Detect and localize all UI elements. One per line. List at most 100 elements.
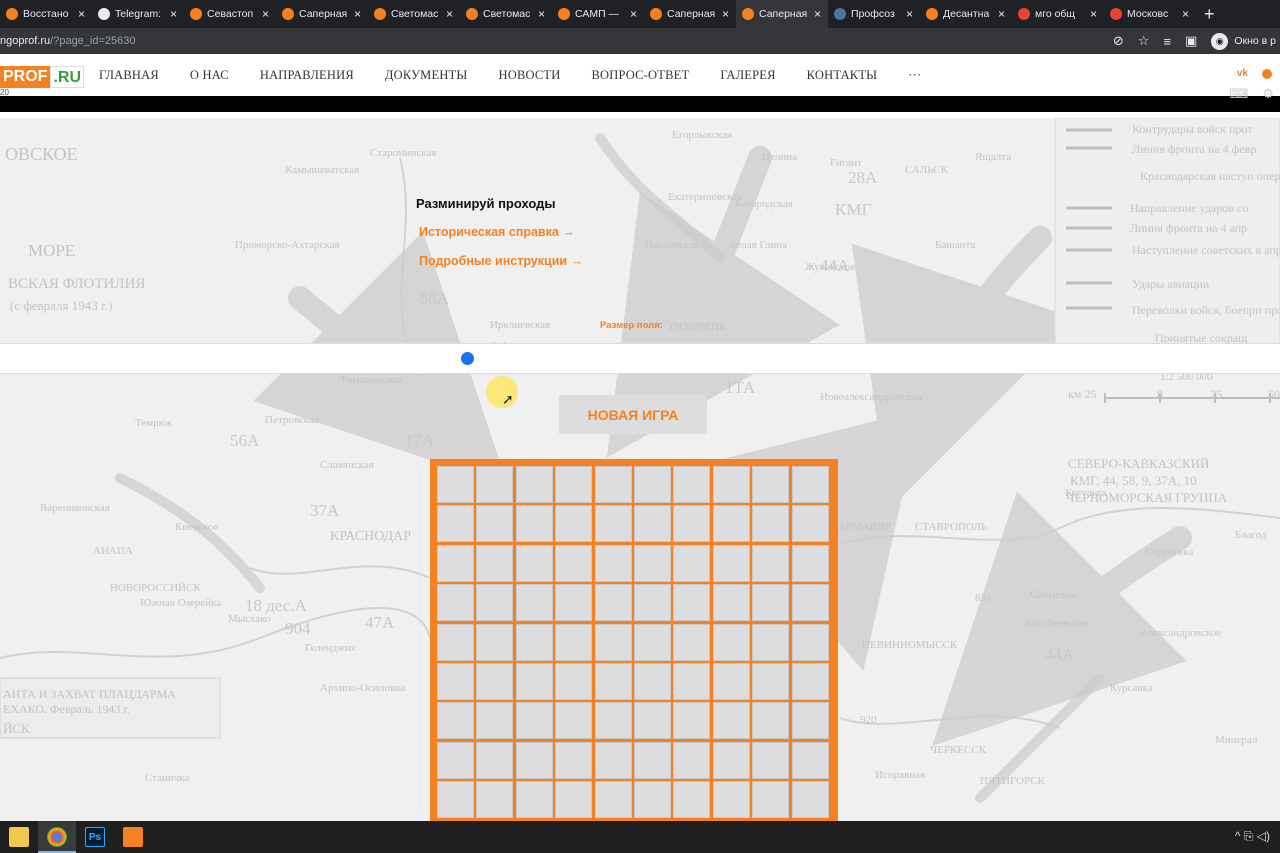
tab-close-icon[interactable]: ×	[78, 7, 85, 21]
tab-close-icon[interactable]: ×	[354, 7, 361, 21]
minefield-cell[interactable]	[791, 662, 829, 700]
browser-tab[interactable]: Telegram: ×	[92, 0, 184, 28]
minefield-cell[interactable]	[515, 662, 553, 700]
minefield-cell[interactable]	[594, 505, 632, 543]
minefield-cell[interactable]	[437, 623, 474, 661]
minefield-cell[interactable]	[752, 702, 790, 740]
instructions-link[interactable]: Подробные инструкции →	[419, 254, 583, 268]
minefield-cell[interactable]	[712, 781, 750, 819]
tab-close-icon[interactable]: ×	[998, 7, 1005, 21]
minefield-cell[interactable]	[712, 662, 750, 700]
browser-tab[interactable]: Московс ×	[1104, 0, 1196, 28]
minefield-cell[interactable]	[633, 662, 671, 700]
minefield-cell[interactable]	[594, 741, 632, 779]
minefield-cell[interactable]	[752, 623, 790, 661]
minefield-cell[interactable]	[791, 741, 829, 779]
minefield-cell[interactable]	[476, 741, 514, 779]
minefield-cell[interactable]	[437, 505, 474, 543]
minefield-cell[interactable]	[555, 466, 593, 503]
minefield-cell[interactable]	[752, 544, 790, 582]
minefield-cell[interactable]	[791, 623, 829, 661]
minefield-cell[interactable]	[633, 544, 671, 582]
minefield-cell[interactable]	[476, 466, 514, 503]
minefield-cell[interactable]	[633, 702, 671, 740]
minefield-cell[interactable]	[555, 623, 593, 661]
minefield-cell[interactable]	[633, 781, 671, 819]
minefield-cell[interactable]	[673, 505, 711, 543]
browser-tab[interactable]: Саперная ×	[736, 0, 828, 28]
nav-item[interactable]: НАПРАВЛЕНИЯ	[260, 68, 354, 83]
minefield-cell[interactable]	[712, 505, 750, 543]
minefield-cell[interactable]	[752, 741, 790, 779]
minefield-cell[interactable]	[712, 741, 750, 779]
nav-item[interactable]: ДОКУМЕНТЫ	[385, 68, 468, 83]
minefield-cell[interactable]	[673, 741, 711, 779]
tab-close-icon[interactable]: ×	[262, 7, 269, 21]
gear-icon[interactable]: ⚙	[1262, 86, 1274, 102]
minefield-cell[interactable]	[515, 544, 553, 582]
minefield-cell[interactable]	[752, 662, 790, 700]
minefield-cell[interactable]	[791, 781, 829, 819]
minefield-cell[interactable]	[594, 584, 632, 622]
minefield-cell[interactable]	[555, 544, 593, 582]
minefield-cell[interactable]	[594, 662, 632, 700]
star-icon[interactable]: ☆	[1138, 33, 1150, 49]
browser-tab[interactable]: САМП — ×	[552, 0, 644, 28]
minefield-cell[interactable]	[476, 662, 514, 700]
nav-item[interactable]: ВОПРОС-ОТВЕТ	[591, 68, 689, 83]
minefield-cell[interactable]	[752, 466, 790, 503]
minefield-cell[interactable]	[712, 702, 750, 740]
minefield-cell[interactable]	[437, 662, 474, 700]
minefield-cell[interactable]	[594, 781, 632, 819]
minefield-cell[interactable]	[673, 662, 711, 700]
minefield-cell[interactable]	[791, 702, 829, 740]
minefield-cell[interactable]	[712, 584, 750, 622]
history-link[interactable]: Историческая справка →	[419, 225, 575, 239]
minefield-cell[interactable]	[673, 623, 711, 661]
minefield-cell[interactable]	[633, 741, 671, 779]
minefield-cell[interactable]	[752, 505, 790, 543]
keyboard-icon[interactable]: ⌨	[1230, 86, 1249, 102]
minefield-cell[interactable]	[673, 466, 711, 503]
eye-slash-icon[interactable]: ⊘	[1113, 33, 1124, 49]
minefield-cell[interactable]	[437, 781, 474, 819]
minefield-cell[interactable]	[633, 584, 671, 622]
minefield-cell[interactable]	[515, 781, 553, 819]
minefield-cell[interactable]	[476, 584, 514, 622]
tab-close-icon[interactable]: ×	[814, 7, 821, 21]
vk-icon[interactable]: vk	[1237, 68, 1248, 79]
field-size-slider-track[interactable]	[0, 343, 1280, 374]
tab-close-icon[interactable]: ×	[722, 7, 729, 21]
minefield-cell[interactable]	[476, 781, 514, 819]
tab-close-icon[interactable]: ×	[538, 7, 545, 21]
nav-item[interactable]: ГЛАВНАЯ	[99, 68, 159, 83]
side-panel-icon[interactable]: ▣	[1185, 33, 1197, 49]
minefield-cell[interactable]	[555, 781, 593, 819]
minefield-cell[interactable]	[555, 662, 593, 700]
system-tray[interactable]: ^ ⎘ ◁)	[1235, 829, 1270, 844]
minefield-cell[interactable]	[673, 781, 711, 819]
browser-tab[interactable]: Десантна ×	[920, 0, 1012, 28]
minefield-cell[interactable]	[437, 702, 474, 740]
minefield-cell[interactable]	[515, 466, 553, 503]
nav-item[interactable]: ГАЛЕРЕЯ	[720, 68, 775, 83]
profile-button[interactable]: ◉ Окно в р	[1211, 32, 1276, 50]
minefield-cell[interactable]	[752, 781, 790, 819]
minefield-cell[interactable]	[476, 544, 514, 582]
minefield-cell[interactable]	[437, 544, 474, 582]
nav-item[interactable]: ···	[908, 68, 921, 83]
new-tab-icon[interactable]: +	[1204, 4, 1215, 25]
tab-close-icon[interactable]: ×	[446, 7, 453, 21]
browser-tab[interactable]: Севастоп ×	[184, 0, 276, 28]
minefield-cell[interactable]	[437, 741, 474, 779]
orange-app-icon[interactable]	[123, 827, 143, 847]
minefield-cell[interactable]	[555, 584, 593, 622]
browser-tab[interactable]: Профсоз ×	[828, 0, 920, 28]
minefield-cell[interactable]	[673, 584, 711, 622]
browser-tab[interactable]: Саперная ×	[276, 0, 368, 28]
browser-tab[interactable]: Светомас ×	[460, 0, 552, 28]
field-size-slider-handle[interactable]	[461, 352, 474, 365]
photoshop-icon[interactable]: Ps	[85, 827, 105, 847]
minefield-cell[interactable]	[476, 623, 514, 661]
minefield-cell[interactable]	[633, 466, 671, 503]
